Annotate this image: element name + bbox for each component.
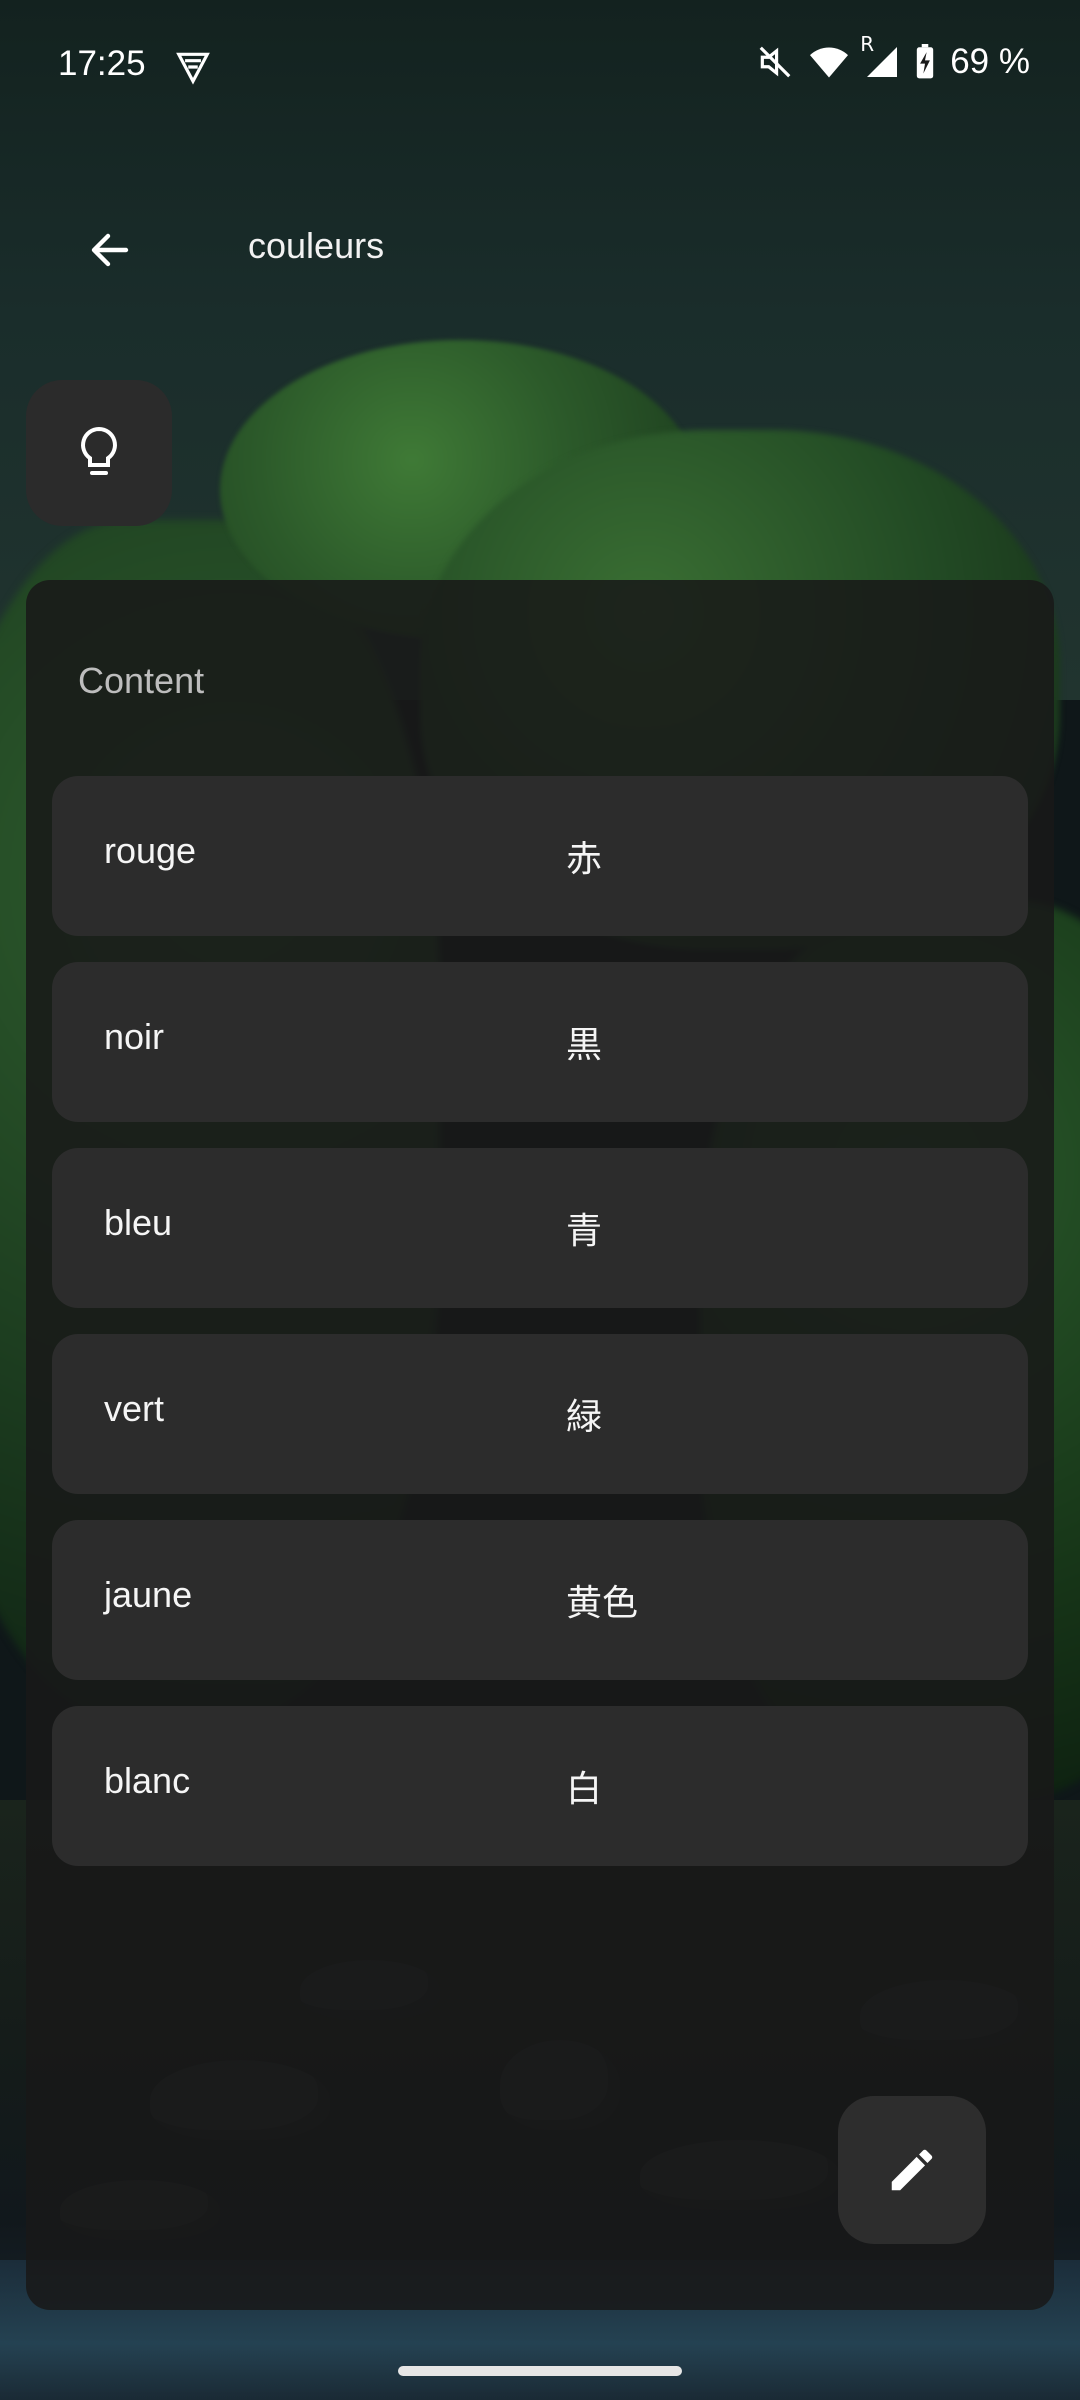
term-text: vert — [104, 1388, 165, 1429]
page-title: couleurs — [248, 225, 385, 266]
list-item[interactable]: noir 黒 — [52, 962, 1028, 1122]
vpn-shield-icon — [174, 48, 212, 86]
status-bar: 17:25 R 69 % — [0, 0, 1080, 130]
term-text: noir — [104, 1016, 165, 1057]
wifi-icon — [808, 43, 850, 81]
term-text: bleu — [104, 1202, 173, 1243]
list-item[interactable]: jaune 黄色 — [52, 1520, 1028, 1680]
hint-button[interactable] — [26, 380, 172, 526]
list-item[interactable]: blanc 白 — [52, 1706, 1028, 1866]
mute-icon — [756, 43, 794, 81]
gesture-navigation-bar[interactable] — [398, 2366, 682, 2376]
translation-text: 青 — [566, 1211, 603, 1252]
translation-text: 緑 — [566, 1397, 603, 1438]
app-bar: couleurs — [0, 180, 1080, 310]
list-item[interactable]: vert 緑 — [52, 1334, 1028, 1494]
battery-charging-icon — [914, 44, 936, 80]
status-time: 17:25 — [58, 44, 146, 83]
translation-text: 黄色 — [566, 1583, 639, 1624]
translation-text: 赤 — [566, 839, 603, 880]
back-button[interactable] — [70, 210, 150, 290]
lightbulb-icon — [81, 426, 117, 475]
translation-text: 黒 — [566, 1025, 603, 1066]
term-text: blanc — [104, 1760, 191, 1801]
arrow-back-icon — [91, 233, 129, 267]
term-text: jaune — [104, 1574, 193, 1615]
signal-icon: R — [860, 32, 900, 80]
list-item[interactable]: rouge 赤 — [52, 776, 1028, 936]
term-text: rouge — [104, 830, 197, 871]
list-item[interactable]: bleu 青 — [52, 1148, 1028, 1308]
edit-pencil-icon — [891, 2149, 933, 2191]
network-label: R — [860, 32, 875, 56]
content-label: Content — [78, 660, 205, 701]
edit-button[interactable] — [838, 2096, 986, 2244]
battery-percent: 69 % — [950, 42, 1030, 81]
translation-text: 白 — [566, 1769, 603, 1810]
